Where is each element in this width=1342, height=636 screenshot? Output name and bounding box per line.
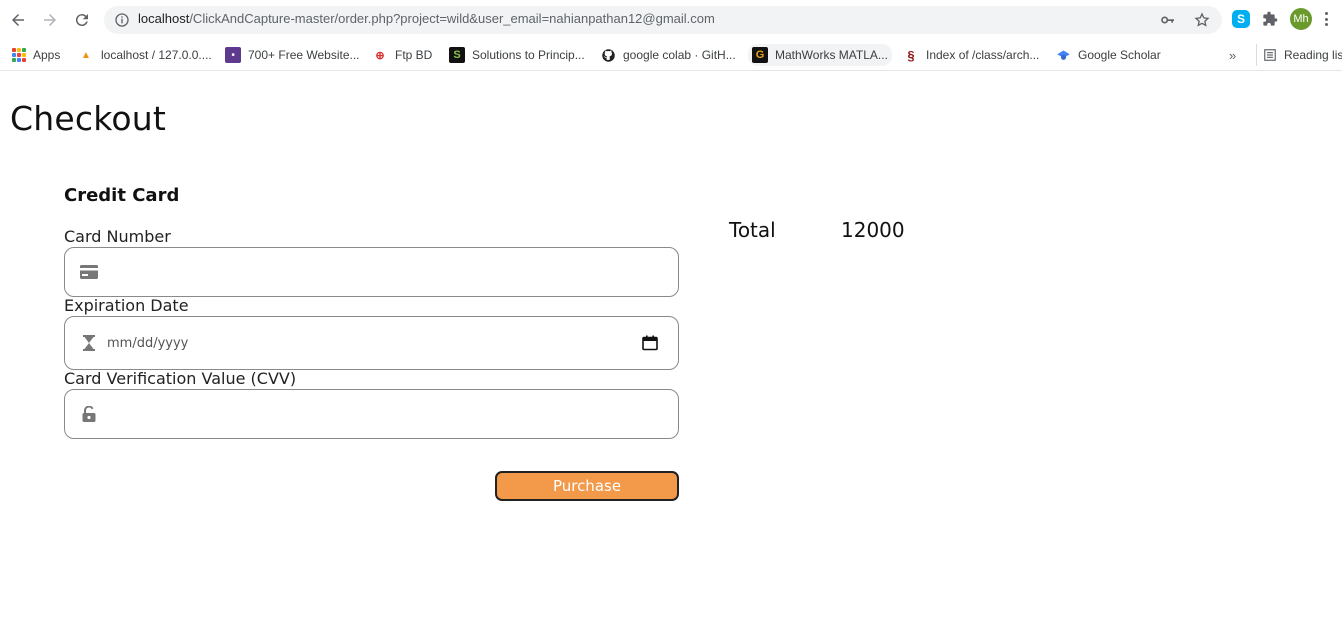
cvv-input[interactable]	[107, 390, 668, 438]
back-arrow-icon	[12, 14, 24, 26]
expiration-date-label: Expiration Date	[64, 296, 189, 315]
card-number-input[interactable]	[107, 248, 668, 296]
cvv-field[interactable]	[64, 389, 679, 439]
scholar-icon	[1055, 47, 1071, 63]
s-icon: S	[449, 47, 465, 63]
g-icon: G	[752, 47, 768, 63]
bookmark-label: 700+ Free Website...	[248, 48, 360, 62]
bookmark-label: google colab · GitH...	[623, 48, 736, 62]
apps-grid-icon	[12, 48, 26, 62]
skype-extension-icon[interactable]: S	[1232, 10, 1250, 28]
star-icon[interactable]	[1192, 10, 1212, 30]
info-icon[interactable]	[114, 12, 130, 28]
bookmark-ftp-bd[interactable]: ⊕ Ftp BD	[368, 44, 436, 66]
hourglass-icon	[80, 334, 98, 352]
checkout-page: Checkout Credit Card Card Number Expirat…	[0, 71, 1342, 636]
stanford-icon: §	[907, 47, 915, 63]
reading-list-icon	[1264, 49, 1276, 61]
bookmark-free-website[interactable]: ■ 700+ Free Website...	[221, 44, 364, 66]
bookmark-label: MathWorks MATLA...	[775, 48, 888, 62]
address-bar[interactable]: localhost/ClickAndCapture-master/order.p…	[104, 6, 1222, 34]
expiration-date-field[interactable]: mm/dd/yyyy	[64, 316, 679, 370]
bookmark-apps[interactable]: Apps	[8, 44, 64, 66]
bookmark-label: Solutions to Princip...	[472, 48, 585, 62]
bookmark-label: Ftp BD	[395, 48, 433, 62]
bookmark-label: localhost / 127.0.0....	[101, 48, 212, 62]
bookmark-label: Apps	[33, 48, 61, 62]
browser-toolbar: localhost/ClickAndCapture-master/order.p…	[0, 0, 1342, 40]
colorlib-icon: ■	[225, 47, 241, 63]
purchase-button[interactable]: Purchase	[495, 471, 679, 501]
reading-list-label: Reading lis	[1284, 48, 1342, 62]
url-path: /ClickAndCapture-master/order.php?projec…	[189, 11, 715, 26]
forward-arrow-icon	[44, 14, 56, 26]
expiration-date-placeholder: mm/dd/yyyy	[107, 335, 189, 351]
reload-icon	[75, 14, 88, 27]
ftpbd-icon: ⊕	[375, 49, 385, 62]
section-title: Credit Card	[64, 185, 180, 206]
back-button[interactable]	[4, 6, 32, 34]
phpmyadmin-icon: ▲	[81, 49, 91, 61]
bookmark-label: Google Scholar	[1078, 48, 1161, 62]
url-text: localhost/ClickAndCapture-master/order.p…	[138, 11, 715, 26]
bookmark-label: Index of /class/arch...	[926, 48, 1040, 62]
card-number-field[interactable]	[64, 247, 679, 297]
extensions-icon[interactable]	[1260, 9, 1280, 29]
reload-button[interactable]	[68, 6, 96, 34]
forward-button[interactable]	[36, 6, 64, 34]
calendar-icon[interactable]	[642, 335, 658, 351]
card-number-label: Card Number	[64, 227, 171, 246]
menu-kebab-icon[interactable]	[1322, 9, 1330, 29]
bookmarks-bar: Apps ▲ localhost / 127.0.0.... ■ 700+ Fr…	[0, 40, 1342, 71]
bookmark-index-class[interactable]: § Index of /class/arch...	[899, 44, 1043, 66]
page-title: Checkout	[10, 99, 166, 138]
credit-card-icon	[80, 263, 98, 281]
bookmark-mathworks[interactable]: G MathWorks MATLA...	[748, 44, 892, 66]
bookmark-google-scholar[interactable]: Google Scholar	[1051, 44, 1165, 66]
profile-avatar[interactable]: Mh	[1290, 8, 1312, 30]
github-icon	[600, 47, 616, 63]
bookmark-solutions[interactable]: S Solutions to Princip...	[445, 44, 589, 66]
more-bookmarks-chevron-icon[interactable]: »	[1229, 48, 1236, 63]
bookmark-localhost[interactable]: ▲ localhost / 127.0.0....	[74, 44, 216, 66]
bookmark-google-colab[interactable]: google colab · GitH...	[596, 44, 740, 66]
key-icon[interactable]	[1158, 10, 1178, 30]
url-host: localhost	[138, 11, 190, 26]
total-label: Total	[729, 218, 776, 242]
cvv-label: Card Verification Value (CVV)	[64, 369, 297, 388]
total-value: 12000	[841, 218, 905, 242]
unlock-icon	[80, 405, 98, 423]
reading-list[interactable]: Reading lis	[1256, 44, 1342, 66]
